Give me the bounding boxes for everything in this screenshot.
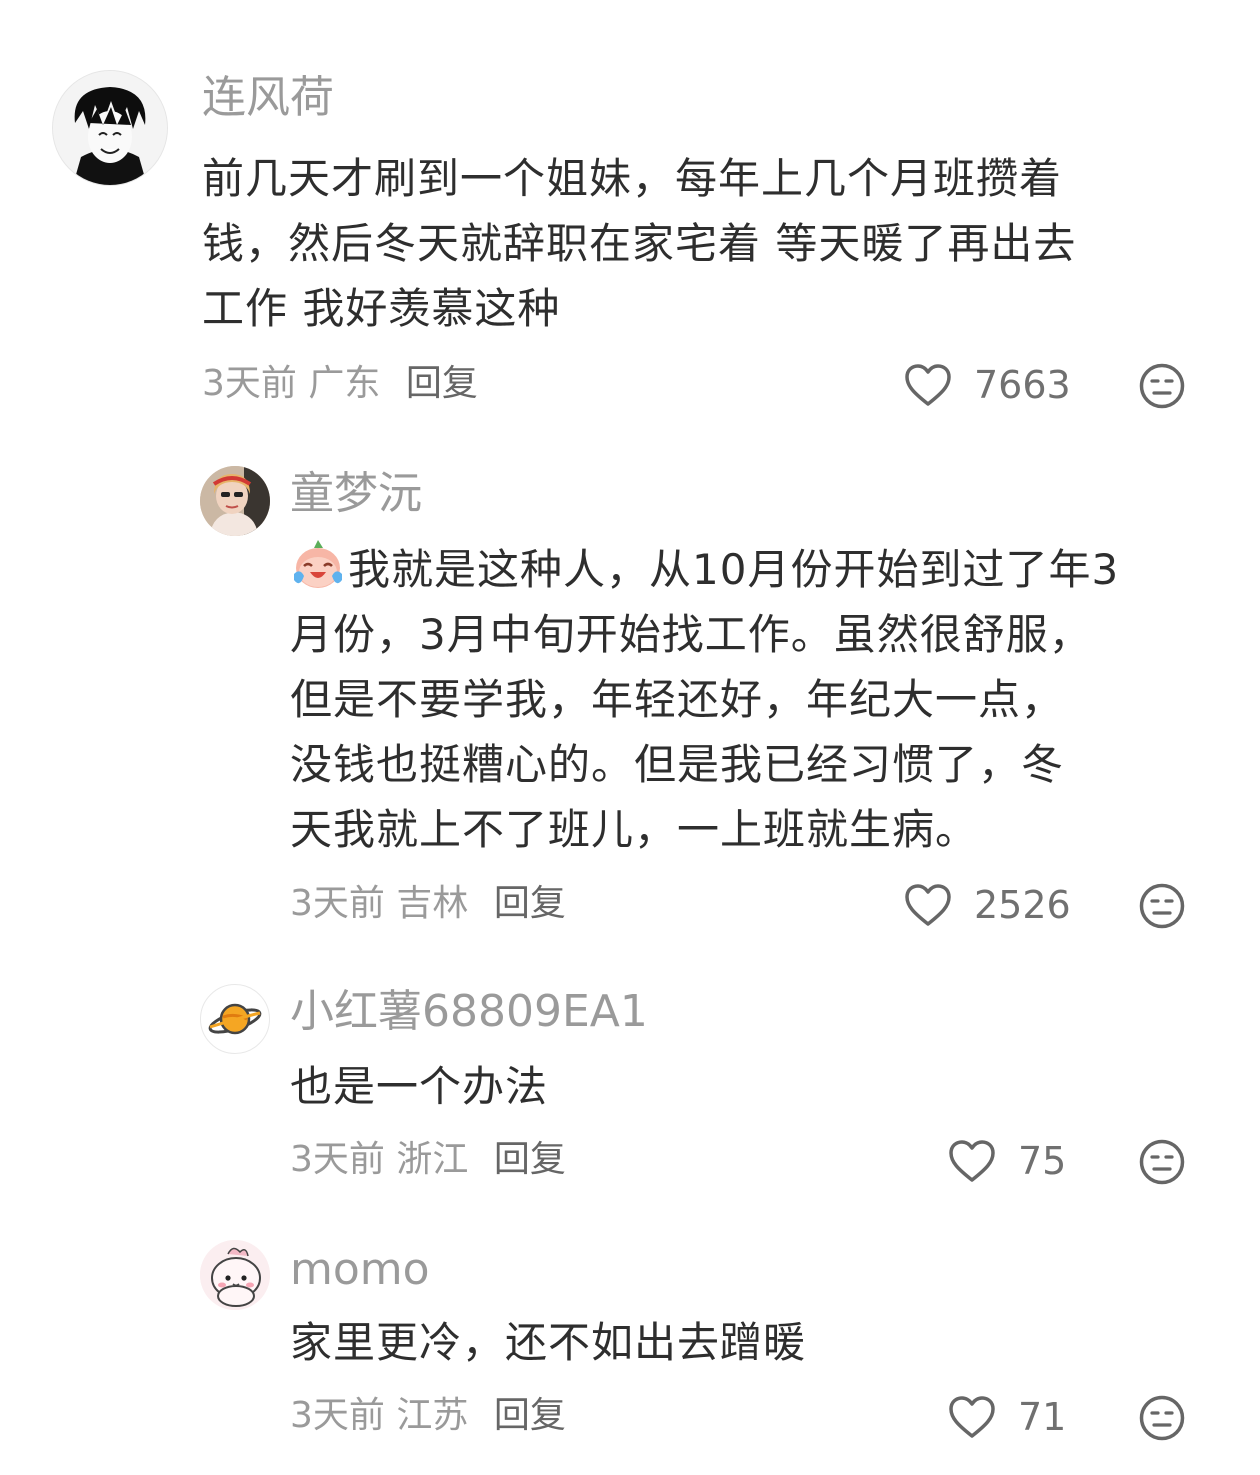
like-count: 2526: [974, 883, 1071, 927]
username[interactable]: 童梦沅: [290, 468, 422, 520]
comment-text: 前几天才刷到一个姐妹，每年上几个月班攒着 钱，然后冬天就辞职在家宅着 等天暖了再…: [202, 146, 1212, 341]
comment-text: 我就是这种人，从10月份开始到过了年3 月份，3月中旬开始找工作。虽然很舒服， …: [290, 536, 1240, 862]
username[interactable]: 小红薯68809EA1: [290, 986, 648, 1038]
comment-location: 吉林: [396, 883, 469, 924]
neutral-face-icon[interactable]: [1138, 1138, 1186, 1186]
comment-time: 3天前: [202, 363, 297, 404]
reply-button[interactable]: 回复: [494, 1395, 566, 1436]
comment-location: 江苏: [396, 1395, 469, 1436]
comment-line: 月份，3月中旬开始找工作。虽然很舒服，: [290, 610, 1092, 659]
comment-line: 前几天才刷到一个姐妹，每年上几个月班攒着: [202, 154, 1063, 203]
heart-outline-icon: [948, 1395, 996, 1439]
comment-time: 3天前: [290, 1395, 385, 1436]
avatar[interactable]: [200, 984, 270, 1054]
comment-text: 家里更冷，还不如出去蹭暖: [290, 1310, 1190, 1375]
username[interactable]: momo: [290, 1244, 430, 1296]
comment-line: 钱，然后冬天就辞职在家宅着 等天暖了再出去: [202, 219, 1077, 268]
comment-meta: 3天前 吉林 回复: [290, 882, 566, 926]
username[interactable]: 连风荷: [202, 72, 334, 124]
comment-line: 家里更冷，还不如出去蹭暖: [290, 1318, 807, 1367]
comment-line-text: 我就是这种人，从10月份开始到过了年3: [348, 545, 1120, 594]
comment-line: 没钱也挺糟心的。但是我已经习惯了，冬: [290, 740, 1065, 789]
heart-outline-icon: [904, 363, 952, 407]
like-button[interactable]: 7663: [904, 360, 1071, 410]
comment-line: 但是不要学我，年轻还好，年纪大一点，: [290, 675, 1065, 724]
avatar[interactable]: [200, 466, 270, 536]
reply-button[interactable]: 回复: [494, 1139, 566, 1180]
comment-meta: 3天前 浙江 回复: [290, 1138, 566, 1182]
heart-outline-icon: [948, 1139, 996, 1183]
heart-outline-icon: [904, 883, 952, 927]
like-count: 75: [1018, 1139, 1067, 1183]
crying-laughing-emoji-icon: [290, 536, 346, 592]
comment-meta: 3天前 广东 回复: [202, 362, 478, 406]
comment-line: 也是一个办法: [290, 1062, 549, 1111]
avatar[interactable]: [200, 1240, 270, 1310]
comment-location: 广东: [308, 363, 381, 404]
like-button[interactable]: 75: [948, 1136, 1066, 1186]
reply-button[interactable]: 回复: [494, 883, 566, 924]
neutral-face-icon[interactable]: [1138, 1394, 1186, 1442]
comment-time: 3天前: [290, 883, 385, 924]
like-button[interactable]: 71: [948, 1392, 1066, 1442]
like-button[interactable]: 2526: [904, 880, 1071, 930]
comment-meta: 3天前 江苏 回复: [290, 1394, 566, 1438]
comment-text: 也是一个办法: [290, 1054, 1190, 1119]
comment-line: 天我就上不了班儿，一上班就生病。: [290, 805, 979, 854]
reply-button[interactable]: 回复: [406, 363, 478, 404]
comment-location: 浙江: [396, 1139, 469, 1180]
comment-line: 工作 我好羡慕这种: [202, 284, 561, 333]
like-count: 7663: [974, 363, 1071, 407]
comment-time: 3天前: [290, 1139, 385, 1180]
neutral-face-icon[interactable]: [1138, 362, 1186, 410]
neutral-face-icon[interactable]: [1138, 882, 1186, 930]
comment-line: 我就是这种人，从10月份开始到过了年3: [290, 536, 1240, 602]
like-count: 71: [1018, 1395, 1067, 1439]
avatar[interactable]: [52, 70, 168, 186]
